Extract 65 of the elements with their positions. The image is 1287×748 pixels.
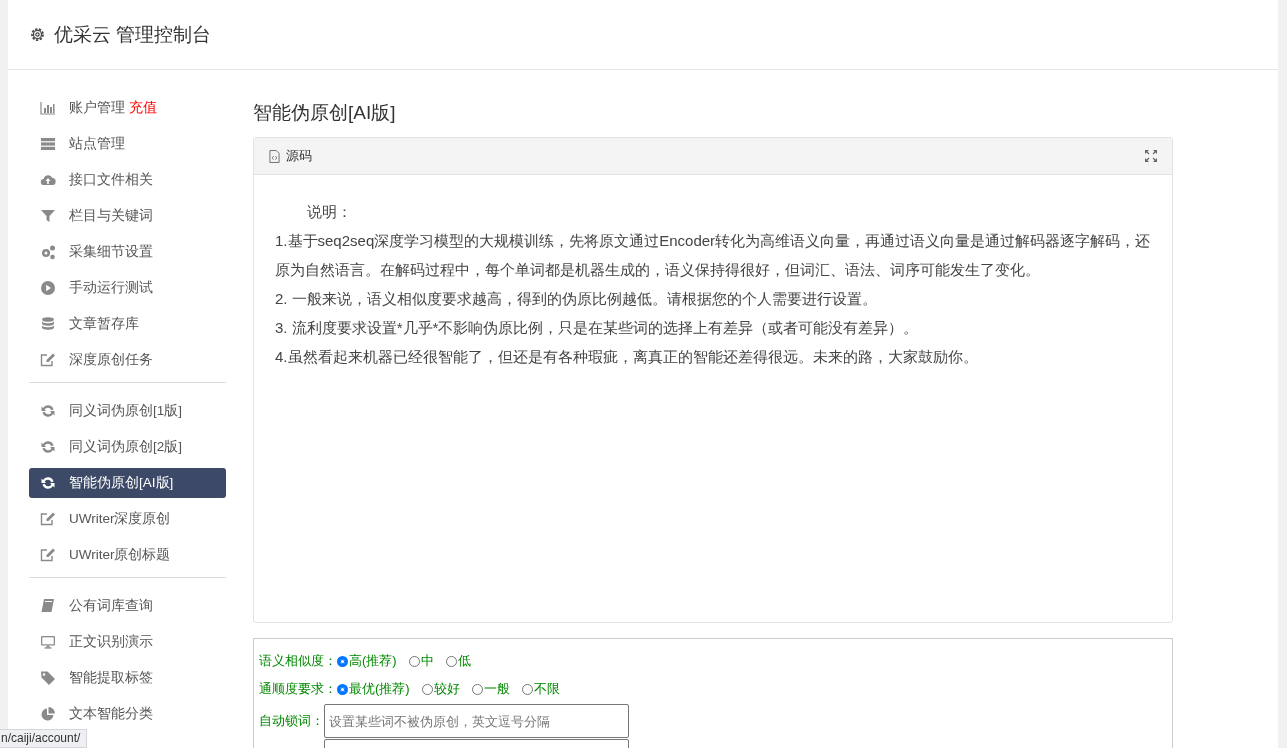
code-file-icon — [269, 149, 280, 163]
sidebar-item[interactable]: UWriter深度原创 — [29, 504, 226, 534]
refresh-icon — [40, 403, 56, 419]
sidebar-item[interactable]: 手动运行测试 — [29, 273, 226, 303]
field-label: 语义相似度： — [259, 652, 337, 670]
radio-option[interactable]: 一般 — [471, 680, 510, 698]
sidebar-item[interactable]: 站点管理 — [29, 129, 226, 159]
radio-button[interactable] — [521, 683, 533, 695]
sidebar-item[interactable]: 智能伪原创[AI版] — [29, 468, 226, 498]
play-icon — [40, 280, 56, 296]
filter-icon — [40, 208, 56, 224]
refresh-icon — [40, 475, 56, 491]
radio-option[interactable]: 最优(推荐) — [337, 680, 410, 698]
description-paragraph: 2. 一般来说，语义相似度要求越高，得到的伪原比例越低。请根据您的个人需要进行设置。 — [275, 289, 878, 309]
lock-words-field[interactable]: 设置某些词不被伪原创，英文逗号分隔 — [324, 704, 629, 738]
radio-button[interactable] — [445, 655, 457, 667]
book-icon — [40, 598, 56, 614]
description-paragraph: 3. 流利度要求设置*几乎*不影响伪原比例，只是在某些词的选择上有差异（或者可能没有差异）。 — [275, 318, 920, 338]
edit-icon — [40, 547, 56, 563]
sidebar-item[interactable]: UWriter原创标题 — [29, 540, 226, 570]
page-title: 智能伪原创[AI版] — [253, 101, 397, 125]
radio-option[interactable]: 低 — [445, 652, 471, 670]
source-tab[interactable]: 源码 — [269, 147, 312, 165]
radio-option[interactable]: 较好 — [421, 680, 460, 698]
server-icon — [40, 136, 56, 152]
app-title: 优采云 管理控制台 — [54, 22, 212, 47]
sidebar-item[interactable]: 采集细节设置 — [29, 237, 226, 267]
radio-button[interactable] — [471, 683, 483, 695]
cloud-upload-icon — [40, 172, 56, 188]
sidebar-item[interactable]: 同义词伪原创[1版] — [29, 396, 226, 426]
description-paragraph: 4.虽然看起来机器已经很智能了，但还是有各种瑕疵，离真正的智能还差得很远。未来的路，大家鼓励你。 — [275, 347, 979, 367]
status-url: n/caiji/account/ — [0, 729, 88, 748]
edit-icon — [40, 511, 56, 527]
recharge-link[interactable]: 充值 — [129, 100, 157, 115]
sidebar-item[interactable]: 接口文件相关 — [29, 165, 226, 195]
sidebar-item[interactable]: 深度原创任务 — [29, 345, 226, 375]
sidebar-item[interactable]: 公有词库查询 — [29, 591, 226, 621]
monitor-icon — [40, 634, 56, 650]
refresh-icon — [40, 439, 56, 455]
radio-button[interactable] — [337, 683, 348, 695]
database-icon — [40, 316, 56, 332]
sidebar-item[interactable]: 账户管理 充值 — [29, 93, 226, 123]
sidebar-item[interactable]: 同义词伪原创[2版] — [29, 432, 226, 462]
radio-button[interactable] — [337, 655, 348, 667]
field-label: 通顺度要求： — [259, 680, 337, 698]
sidebar-item[interactable]: 文章暂存库 — [29, 309, 226, 339]
edit-icon — [40, 352, 56, 368]
description-paragraph: 1.基于seq2seq深度学习模型的大规模训练，先将原文通过Encoder转化为高维语义向量，再通过语义向量是通过解码器逐字解码，还原为自然语言。在解码过程中，每个单词都是机器生成的，语义保持得很好，但词汇、语法、词序可能发生了变化。 — [275, 231, 1152, 280]
pie-chart-icon — [40, 706, 56, 722]
description-heading: 说明： — [306, 202, 353, 222]
bar-chart-icon — [40, 100, 56, 116]
fullscreen-icon[interactable] — [1144, 149, 1158, 163]
radio-option[interactable]: 不限 — [521, 680, 560, 698]
sidebar-item[interactable]: 文本智能分类 — [29, 699, 226, 729]
tag-icon — [40, 670, 56, 686]
sidebar-item[interactable]: 智能提取标签 — [29, 663, 226, 693]
sidebar-item[interactable]: 栏目与关键词 — [29, 201, 226, 231]
radio-button[interactable] — [408, 655, 420, 667]
radio-button[interactable] — [421, 683, 433, 695]
radio-option[interactable]: 中 — [408, 652, 434, 670]
sidebar-item[interactable]: 正文识别演示 — [29, 627, 226, 657]
radio-option[interactable]: 高(推荐) — [337, 652, 397, 670]
gears-icon — [40, 244, 56, 260]
field-label: 自动锁词： — [259, 712, 324, 730]
settings-icon — [29, 26, 46, 43]
